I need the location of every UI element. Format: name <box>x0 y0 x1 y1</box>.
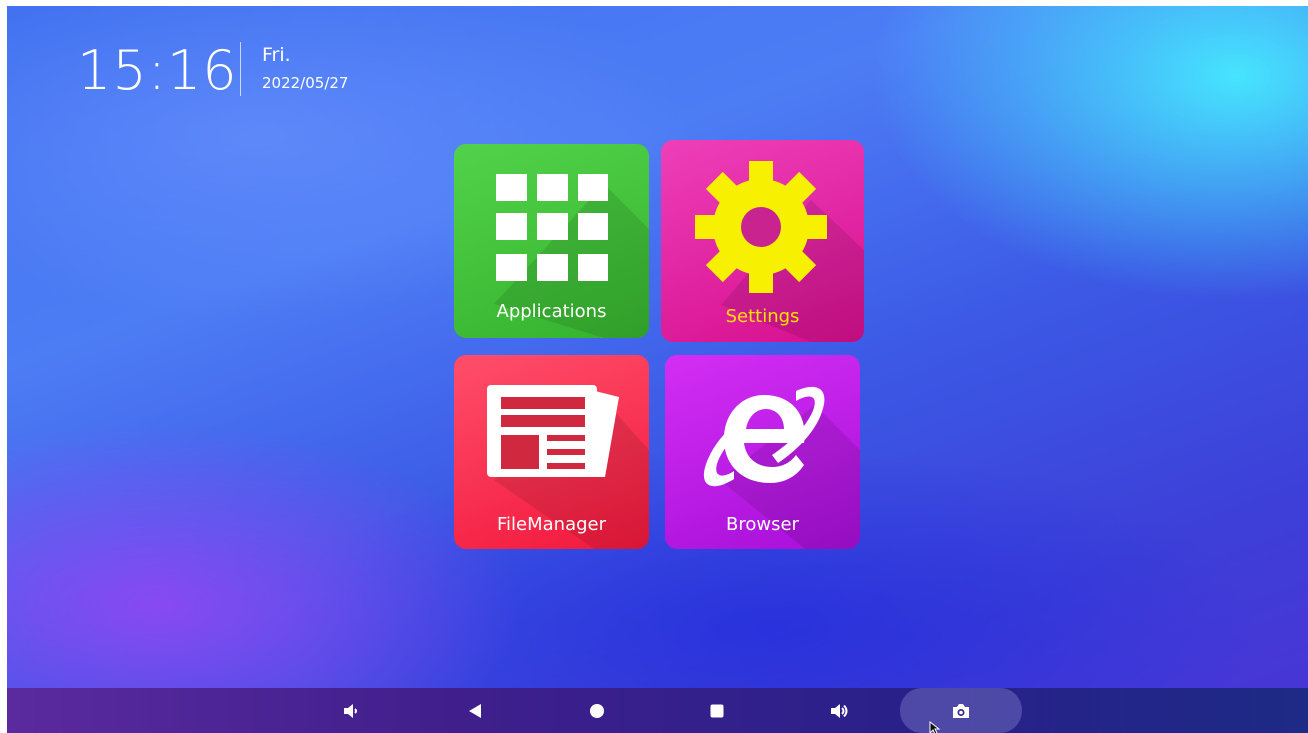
camera-icon <box>953 703 969 718</box>
clock-date: 2022/05/27 <box>262 74 349 92</box>
gear-icon <box>694 160 828 298</box>
back-triangle-icon <box>469 703 481 718</box>
tile-filemanager[interactable]: FileManager <box>454 355 649 549</box>
grid-icon <box>496 174 608 290</box>
screenshot-button[interactable] <box>939 688 983 733</box>
tile-filemanager-label: FileManager <box>496 514 607 535</box>
back-button[interactable] <box>453 688 497 733</box>
tile-settings[interactable]: Settings <box>661 140 864 342</box>
clock-day: Fri. <box>262 44 291 66</box>
volume-up-icon <box>831 703 848 718</box>
volume-down-button[interactable] <box>329 688 373 733</box>
home-circle-icon <box>590 703 604 718</box>
tile-browser-label: Browser <box>726 514 799 535</box>
navigation-bar <box>7 688 1308 733</box>
recents-square-icon <box>710 704 724 717</box>
clock-divider <box>240 42 241 96</box>
internet-explorer-icon <box>700 381 828 497</box>
volume-down-icon <box>344 703 357 718</box>
volume-up-button[interactable] <box>818 688 862 733</box>
recents-button[interactable] <box>695 688 739 733</box>
mouse-cursor-icon <box>929 720 941 733</box>
newspaper-icon <box>487 385 619 489</box>
clock-time: 15:16 <box>77 39 238 102</box>
tile-settings-label: Settings <box>725 306 800 327</box>
tile-applications-label: Applications <box>496 301 607 322</box>
home-screen: 15:16 Fri. 2022/05/27 Applications Setti… <box>7 6 1308 733</box>
home-button[interactable] <box>575 688 619 733</box>
tile-applications[interactable]: Applications <box>454 144 649 338</box>
tile-browser[interactable]: Browser <box>665 355 860 549</box>
